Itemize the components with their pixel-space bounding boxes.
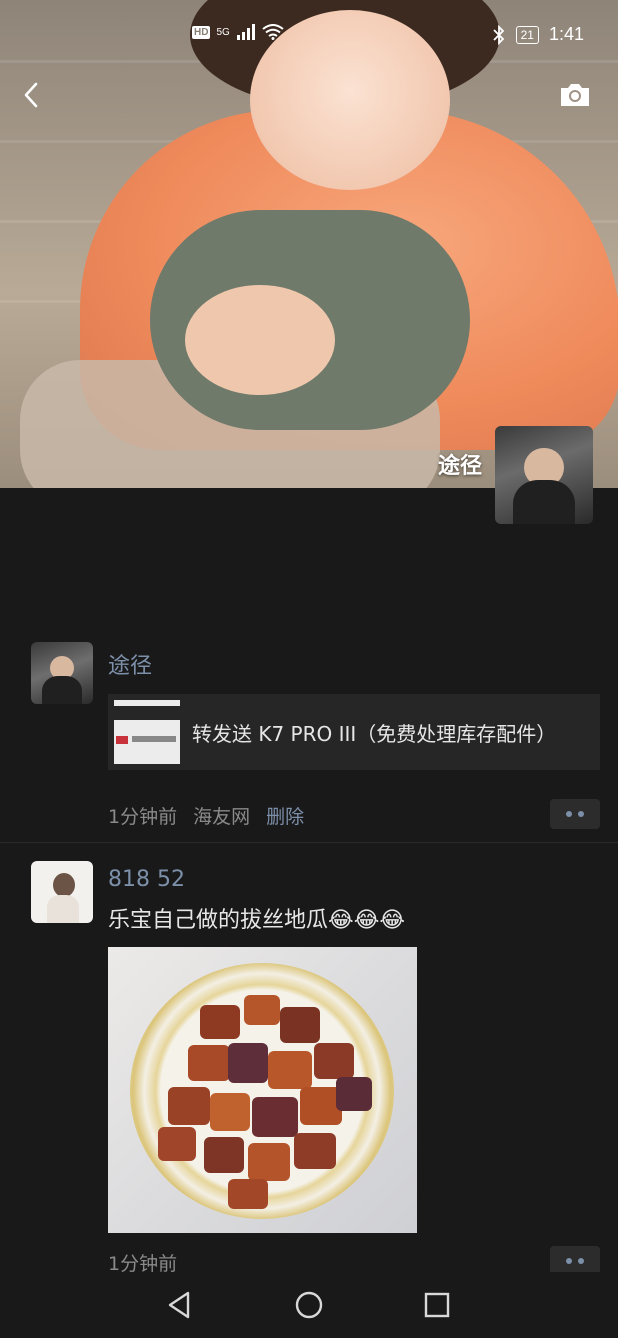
post-author-name[interactable]: 818 52 bbox=[108, 867, 185, 892]
post-time: 1分钟前 bbox=[108, 806, 178, 828]
nav-recents-icon[interactable] bbox=[424, 1292, 450, 1318]
post-avatar[interactable] bbox=[31, 861, 93, 923]
hd-badge: HD bbox=[192, 25, 211, 39]
profile-name[interactable]: 途径 bbox=[438, 448, 482, 480]
nav-back-icon[interactable] bbox=[166, 1290, 194, 1320]
cover-photo-baby-face bbox=[185, 285, 335, 395]
network-label: 5G bbox=[216, 26, 230, 38]
post-text: 乐宝自己做的拔丝地瓜😂😂😂 bbox=[108, 908, 406, 933]
post-avatar[interactable] bbox=[31, 642, 93, 704]
link-thumbnail bbox=[114, 700, 180, 764]
bluetooth-icon bbox=[492, 24, 504, 45]
link-title: 转发送 K7 PRO III（免费处理库存配件） bbox=[192, 722, 557, 746]
profile-avatar[interactable] bbox=[495, 426, 593, 524]
back-button[interactable] bbox=[18, 78, 48, 114]
post-divider bbox=[0, 842, 618, 843]
camera-button[interactable] bbox=[558, 80, 592, 110]
post-author-name[interactable]: 途径 bbox=[108, 648, 152, 680]
system-nav-bar bbox=[0, 1272, 618, 1338]
more-actions-button[interactable] bbox=[550, 799, 600, 829]
signal-icon bbox=[236, 24, 255, 40]
back-icon bbox=[24, 82, 38, 108]
cover-photo[interactable] bbox=[0, 0, 618, 488]
camera-icon bbox=[561, 84, 589, 106]
wifi-icon bbox=[262, 24, 284, 40]
post-photo[interactable] bbox=[108, 947, 417, 1233]
nav-home-icon[interactable] bbox=[294, 1290, 324, 1320]
battery-icon: 21 bbox=[515, 25, 539, 44]
post-source[interactable]: 海友网 bbox=[193, 802, 250, 829]
status-bar: HD 5G 21 1:41 bbox=[0, 0, 618, 70]
post-meta: 1分钟前 海友网 删除 bbox=[108, 802, 304, 829]
status-left: HD 5G bbox=[192, 24, 284, 40]
status-right: 21 1:41 bbox=[492, 24, 584, 45]
shared-link-card[interactable]: 转发送 K7 PRO III（免费处理库存配件） bbox=[108, 694, 600, 770]
status-time: 1:41 bbox=[548, 24, 584, 44]
delete-button[interactable]: 删除 bbox=[266, 802, 304, 829]
